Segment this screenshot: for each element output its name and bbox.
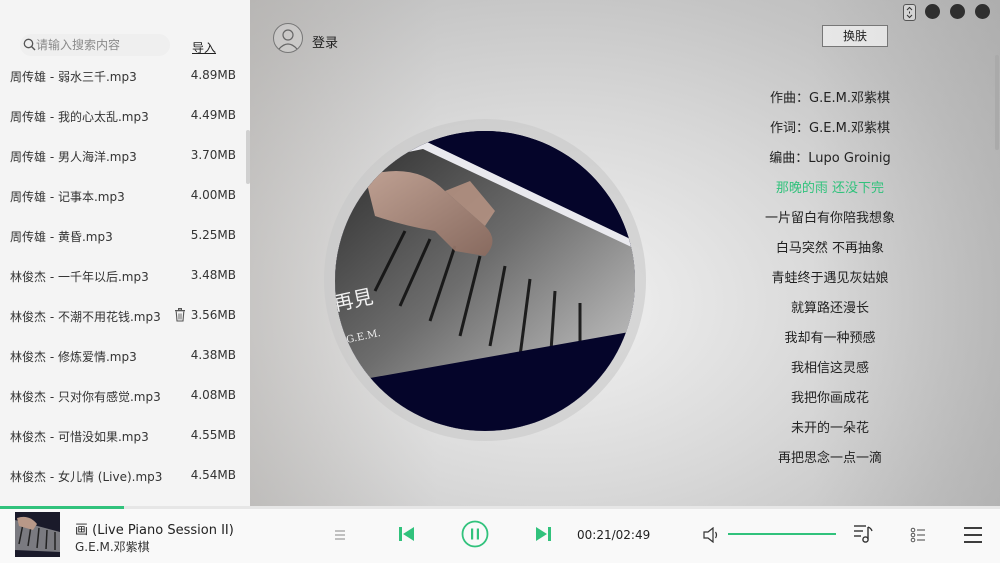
- lyric-line: 一片留白有你陪我想象: [764, 211, 895, 226]
- menu-icon[interactable]: [963, 526, 983, 544]
- song-size: 3.56MB: [190, 308, 236, 322]
- song-name: 林俊杰 - 女儿情 (Live).mp3: [10, 470, 163, 484]
- lyric-line: 我相信这灵感: [790, 361, 869, 376]
- lyrics-panel: 作曲：G.E.M.邓紫棋 作词：G.E.M.邓紫棋 编曲：Lupo Groini…: [730, 86, 930, 486]
- song-size: 3.48MB: [190, 268, 236, 282]
- album-cover-art: 再見 G.E.M.: [335, 131, 635, 431]
- next-button[interactable]: [534, 525, 552, 543]
- lyric-line: 白马突然 不再抽象: [775, 241, 885, 256]
- song-size: 4.89MB: [190, 68, 236, 82]
- song-item[interactable]: 周传雄 - 我的心太乱.mp3 4.49MB: [0, 96, 248, 136]
- search-icon: [23, 38, 36, 51]
- trash-icon[interactable]: [174, 308, 186, 322]
- player-bar: 画 (Live Piano Session II) G.E.M.邓紫棋 00:2…: [0, 506, 1000, 563]
- album-disc: 再見 G.E.M.: [335, 131, 635, 431]
- song-name: 林俊杰 - 一千年以后.mp3: [10, 270, 149, 284]
- maximize-button[interactable]: [950, 4, 965, 19]
- song-item[interactable]: 林俊杰 - 女儿情 (Live).mp3 4.54MB: [0, 456, 248, 496]
- lyrics-icon[interactable]: [853, 523, 873, 545]
- pause-button[interactable]: [461, 520, 489, 548]
- song-name: 周传雄 - 记事本.mp3: [10, 190, 125, 204]
- mini-mode-icon: [906, 6, 913, 19]
- lyric-line: 我却有一种预感: [784, 331, 876, 346]
- song-list: 周传雄 - 弱水三千.mp3 4.89MB 周传雄 - 我的心太乱.mp3 4.49…: [0, 56, 248, 496]
- login-link[interactable]: 登录: [312, 32, 338, 51]
- song-item[interactable]: 林俊杰 - 只对你有感觉.mp3 4.08MB: [0, 376, 248, 416]
- previous-button[interactable]: [398, 525, 416, 543]
- song-item[interactable]: 周传雄 - 弱水三千.mp3 4.89MB: [0, 56, 248, 96]
- lyric-line: 青蛙终于遇见灰姑娘: [771, 271, 889, 286]
- user-icon: [278, 29, 298, 50]
- sidebar: 导入 周传雄 - 弱水三千.mp3 4.89MB 周传雄 - 我的心太乱.mp3 4…: [0, 0, 250, 506]
- song-item[interactable]: 林俊杰 - 可惜没如果.mp3 4.55MB: [0, 416, 248, 456]
- minimize-button[interactable]: [925, 4, 940, 19]
- song-size: 3.70MB: [190, 148, 236, 162]
- song-size: 4.49MB: [190, 108, 236, 122]
- song-size: 4.38MB: [190, 348, 236, 362]
- lyric-line: 再把思念一点一滴: [777, 451, 882, 466]
- song-size: 5.25MB: [190, 228, 236, 242]
- skin-button[interactable]: 换肤: [822, 25, 888, 47]
- song-item[interactable]: 林俊杰 - 一千年以后.mp3 3.48MB: [0, 256, 248, 296]
- now-playing-artist[interactable]: G.E.M.邓紫棋: [75, 538, 150, 555]
- lyric-line: 编曲：Lupo Groinig: [769, 151, 891, 166]
- song-item[interactable]: 林俊杰 - 不潮不用花钱.mp3 3.56MB: [0, 296, 248, 336]
- song-name: 周传雄 - 黄昏.mp3: [10, 230, 113, 244]
- song-size: 4.08MB: [190, 388, 236, 402]
- search-box[interactable]: [20, 34, 170, 56]
- song-name: 林俊杰 - 不潮不用花钱.mp3: [10, 310, 161, 324]
- queue-icon[interactable]: [910, 527, 926, 543]
- search-row: 导入: [0, 34, 250, 58]
- user-avatar[interactable]: [273, 23, 303, 53]
- song-name: 周传雄 - 弱水三千.mp3: [10, 70, 137, 84]
- playback-time: 00:21/02:49: [577, 528, 651, 542]
- progress-fill: [0, 506, 124, 509]
- volume-fill: [728, 533, 836, 535]
- search-input[interactable]: [36, 36, 166, 54]
- import-button[interactable]: 导入: [192, 39, 216, 56]
- song-item[interactable]: 周传雄 - 黄昏.mp3 5.25MB: [0, 216, 248, 256]
- song-name: 林俊杰 - 只对你有感觉.mp3: [10, 390, 161, 404]
- volume-icon[interactable]: [703, 527, 721, 543]
- progress-bar[interactable]: [0, 506, 1000, 509]
- song-item[interactable]: 周传雄 - 男人海洋.mp3 3.70MB: [0, 136, 248, 176]
- playlist-toggle-icon[interactable]: [334, 528, 346, 542]
- song-size: 4.00MB: [190, 188, 236, 202]
- player-main: 登录 换肤 再見 G.E.M. 作曲：G.E.M.邓紫棋 作词：G.E.M.邓紫…: [250, 0, 1000, 506]
- song-name: 林俊杰 - 可惜没如果.mp3: [10, 430, 149, 444]
- cover-thumbnail-art: [15, 512, 60, 557]
- lyric-line: 就算路还漫长: [790, 301, 869, 316]
- lyric-line-current: 那晚的雨 还没下完: [775, 181, 885, 196]
- mini-mode-button[interactable]: [903, 4, 916, 21]
- lyric-line: 作词：G.E.M.邓紫棋: [770, 121, 890, 136]
- song-name: 周传雄 - 我的心太乱.mp3: [10, 110, 149, 124]
- now-playing-title: 画 (Live Piano Session II): [75, 523, 234, 538]
- now-playing-cover[interactable]: [15, 512, 60, 557]
- song-size: 4.54MB: [190, 468, 236, 482]
- song-item[interactable]: 周传雄 - 记事本.mp3 4.00MB: [0, 176, 248, 216]
- lyric-line: 作曲：G.E.M.邓紫棋: [770, 91, 890, 106]
- main-scrollbar[interactable]: [995, 55, 999, 150]
- lyric-line: 我把你画成花: [790, 391, 869, 406]
- song-name: 林俊杰 - 修炼爱情.mp3: [10, 350, 137, 364]
- lyric-line: 未开的一朵花: [790, 421, 869, 436]
- song-item[interactable]: 林俊杰 - 修炼爱情.mp3 4.38MB: [0, 336, 248, 376]
- close-button[interactable]: [975, 4, 990, 19]
- volume-slider[interactable]: [728, 533, 836, 535]
- song-name: 周传雄 - 男人海洋.mp3: [10, 150, 137, 164]
- song-size: 4.55MB: [190, 428, 236, 442]
